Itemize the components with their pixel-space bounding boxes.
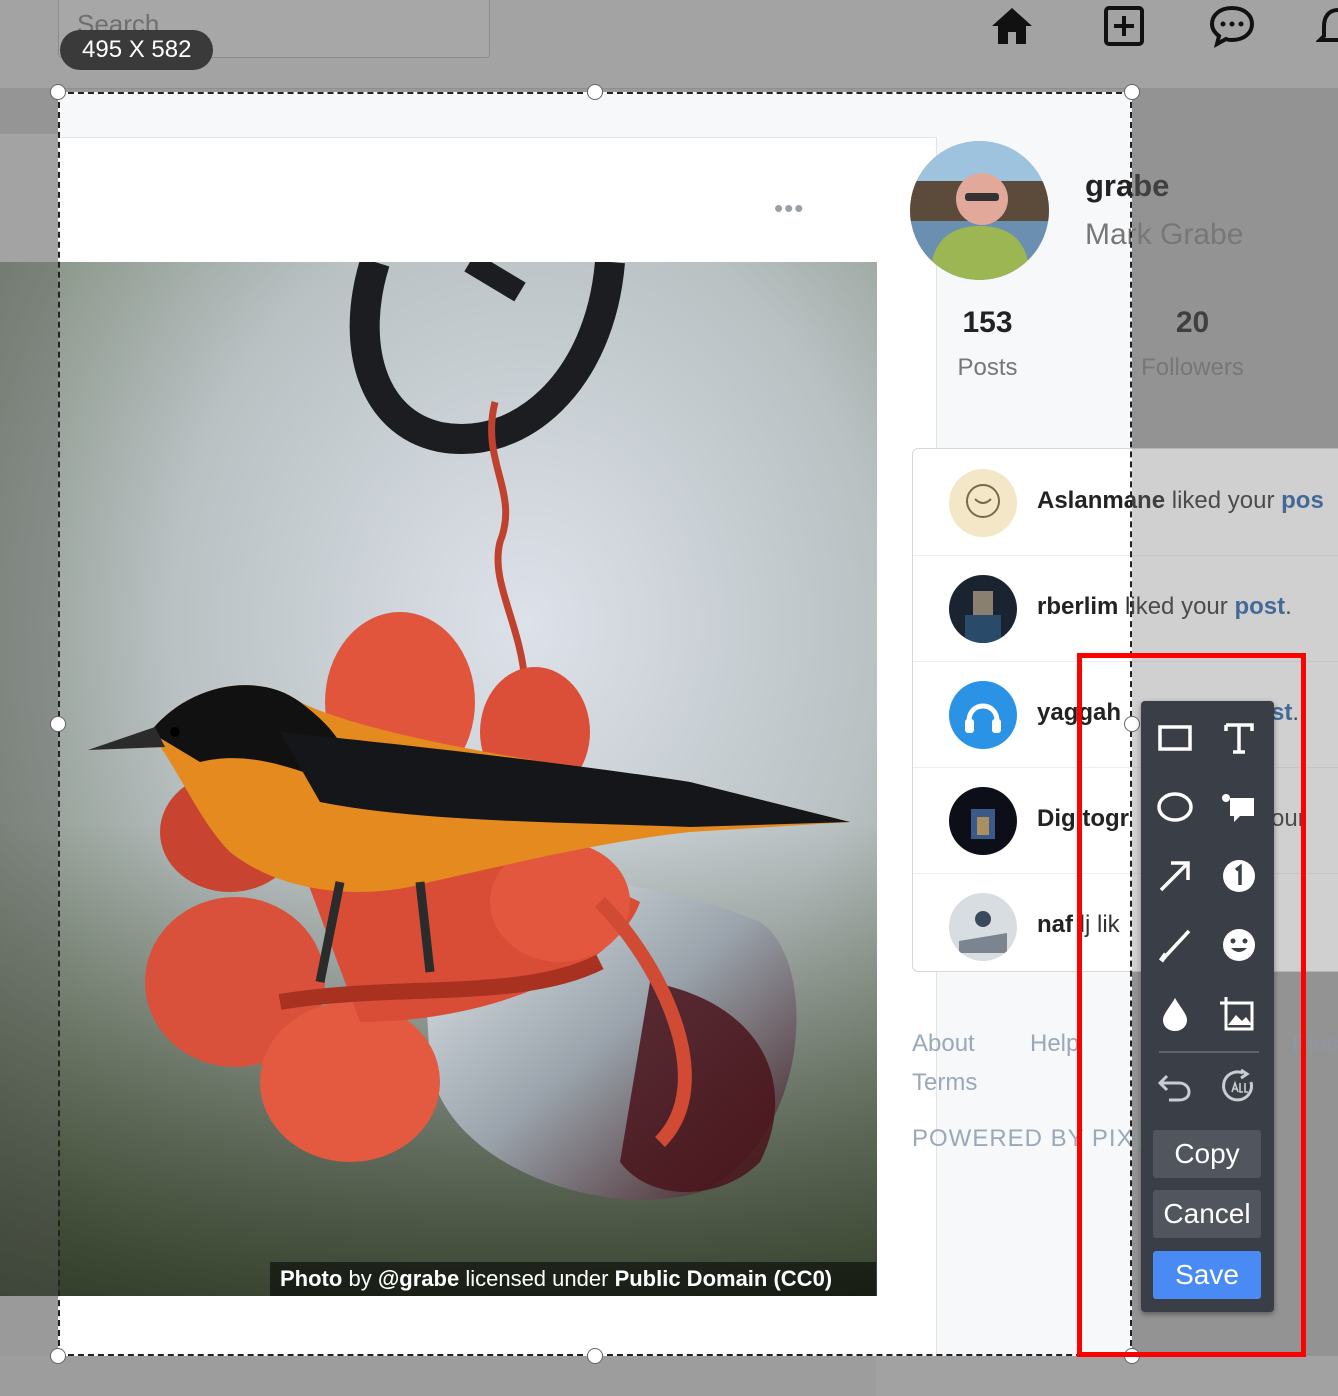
home-icon[interactable] (988, 2, 1036, 50)
resize-handle-bottom-left[interactable] (50, 1348, 66, 1364)
resize-handle-left[interactable] (50, 716, 66, 732)
selection-dimensions-badge: 495 X 582 (60, 30, 214, 70)
resize-handle-bottom[interactable] (587, 1348, 603, 1364)
dimmed-bottom-right (876, 1356, 1338, 1396)
highlight-box (1077, 653, 1306, 1357)
resize-handle-top-left[interactable] (50, 84, 66, 100)
resize-handle-top[interactable] (587, 84, 603, 100)
left-gutter-shade (0, 88, 58, 134)
messages-icon[interactable] (1208, 2, 1256, 50)
notifications-bell-icon[interactable] (1316, 2, 1338, 50)
add-post-icon[interactable] (1100, 2, 1148, 50)
selection-border[interactable] (58, 92, 1132, 1356)
resize-handle-top-right[interactable] (1124, 84, 1140, 100)
